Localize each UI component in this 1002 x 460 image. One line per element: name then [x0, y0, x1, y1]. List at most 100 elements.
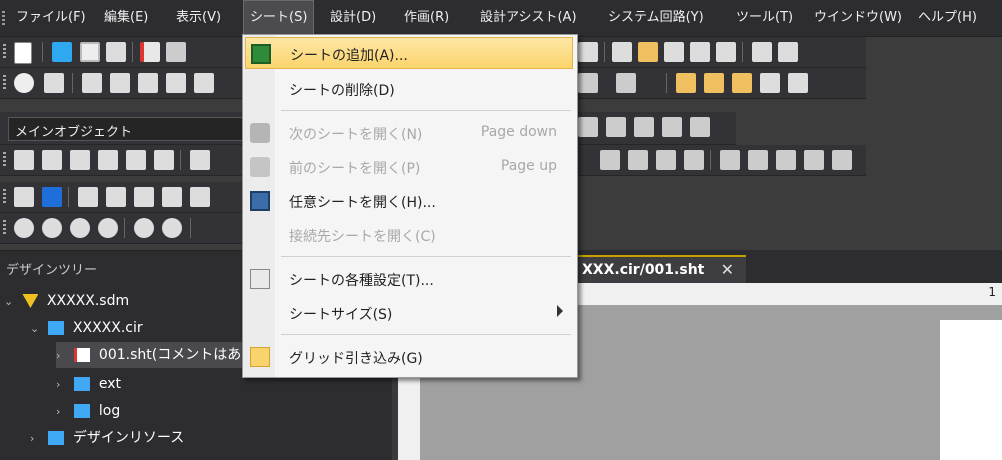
- menu-design-assist[interactable]: 設計アシスト(A): [474, 0, 583, 36]
- frame-icon[interactable]: [190, 187, 210, 207]
- zoom-fit-icon[interactable]: [14, 150, 34, 170]
- chevron-right-icon[interactable]: ›: [30, 426, 44, 452]
- text-a-icon[interactable]: [578, 73, 598, 93]
- tree-node-ext[interactable]: › ext: [56, 371, 121, 397]
- zoom-window-icon[interactable]: [70, 150, 90, 170]
- tree-icon[interactable]: [638, 42, 658, 62]
- line-icon[interactable]: [600, 150, 620, 170]
- wire-icon[interactable]: [82, 73, 102, 93]
- terminal-icon[interactable]: [106, 187, 126, 207]
- symbol-1-icon[interactable]: [720, 150, 740, 170]
- sheet-icon: [74, 348, 91, 362]
- shape-4-icon[interactable]: [662, 117, 682, 137]
- check-icon[interactable]: [14, 218, 34, 238]
- prev-sheet-icon: [250, 157, 270, 177]
- origin-icon[interactable]: [732, 73, 752, 93]
- open-folder-icon[interactable]: [52, 42, 72, 62]
- shape-3-icon[interactable]: [634, 117, 654, 137]
- component-icon[interactable]: [78, 187, 98, 207]
- device-icon[interactable]: [44, 73, 64, 93]
- wire-bend-icon[interactable]: [110, 73, 130, 93]
- circle-tool-icon[interactable]: [42, 187, 62, 207]
- square-icon[interactable]: [690, 117, 710, 137]
- part-icon[interactable]: [162, 187, 182, 207]
- b4-icon[interactable]: [578, 42, 598, 62]
- menu-item-sheet-settings[interactable]: シートの各種設定(T)...: [245, 263, 573, 295]
- print-icon[interactable]: [166, 42, 186, 62]
- shape-2-icon[interactable]: [606, 117, 626, 137]
- menu-item-add-sheet[interactable]: シートの追加(A)...: [245, 37, 573, 69]
- grid-icon[interactable]: [676, 73, 696, 93]
- toolbar-separator: [132, 42, 133, 62]
- close-icon[interactable]: ✕: [721, 260, 734, 279]
- chevron-down-icon[interactable]: ⌄: [30, 316, 44, 342]
- menu-edit[interactable]: 編集(E): [98, 0, 154, 36]
- menu-view[interactable]: 表示(V): [170, 0, 227, 36]
- link-icon[interactable]: [716, 42, 736, 62]
- tree-node-log[interactable]: › log: [56, 398, 120, 424]
- toolbar-separator: [72, 73, 73, 93]
- menu-sheet[interactable]: シート(S): [243, 0, 315, 37]
- find-icon[interactable]: [778, 42, 798, 62]
- menu-tools[interactable]: ツール(T): [730, 0, 799, 36]
- document-tab[interactable]: XXX.cir/001.sht ✕: [576, 255, 746, 283]
- wire-route-icon[interactable]: [166, 73, 186, 93]
- symbol-5-icon[interactable]: [832, 150, 852, 170]
- check-2-icon[interactable]: [42, 218, 62, 238]
- toolbar-separator: [180, 150, 181, 170]
- symbol-2-icon[interactable]: [748, 150, 768, 170]
- list-icon[interactable]: [612, 42, 632, 62]
- chevron-right-icon[interactable]: ›: [56, 399, 70, 425]
- symbol-4-icon[interactable]: [804, 150, 824, 170]
- menu-design[interactable]: 設計(D): [324, 0, 382, 36]
- rect-icon[interactable]: [628, 150, 648, 170]
- dot-red-icon[interactable]: [760, 73, 780, 93]
- menu-window[interactable]: ウインドウ(W): [808, 0, 908, 36]
- pencil-icon[interactable]: [138, 73, 158, 93]
- search-icon[interactable]: [190, 150, 210, 170]
- grid-snap-toolbar-icon[interactable]: [704, 73, 724, 93]
- menu-item-open-sheet[interactable]: 任意シートを開く(H)...: [245, 185, 573, 217]
- menu-item-grid-snap[interactable]: グリッド引き込み(G): [245, 341, 573, 373]
- tree-node-label: XXXXX.cir: [72, 320, 143, 336]
- doc-icon[interactable]: [684, 150, 704, 170]
- zoom-out-icon[interactable]: [98, 150, 118, 170]
- new-file-icon[interactable]: [14, 42, 32, 64]
- tree-node-sdm[interactable]: ⌄ XXXXX.sdm: [4, 288, 129, 314]
- menu-file[interactable]: ファイル(F): [10, 0, 92, 36]
- symbol-3-icon[interactable]: [776, 150, 796, 170]
- connector-icon[interactable]: [14, 73, 34, 93]
- pdf-icon[interactable]: [140, 42, 160, 62]
- search-circle-icon[interactable]: [70, 218, 90, 238]
- chevron-right-icon[interactable]: ›: [56, 343, 70, 369]
- corner-icon[interactable]: [788, 73, 808, 93]
- dot-icon[interactable]: [162, 218, 182, 238]
- ref-icon[interactable]: [134, 187, 154, 207]
- edit-check-icon[interactable]: [134, 218, 154, 238]
- save-icon[interactable]: [80, 42, 100, 62]
- cross-icon[interactable]: [14, 187, 34, 207]
- chevron-right-icon[interactable]: ›: [56, 372, 70, 398]
- sheet-page[interactable]: [940, 320, 1002, 460]
- save-all-icon[interactable]: [106, 42, 126, 62]
- wire-route-2-icon[interactable]: [194, 73, 214, 93]
- menu-draw[interactable]: 作画(R): [398, 0, 455, 36]
- menu-item-delete-sheet[interactable]: シートの削除(D): [245, 73, 573, 105]
- menu-system-circuit[interactable]: システム回路(Y): [602, 0, 710, 36]
- properties-icon[interactable]: [690, 42, 710, 62]
- rect-fill-icon[interactable]: [616, 73, 636, 93]
- camera-icon[interactable]: [154, 150, 174, 170]
- error-check-icon[interactable]: [98, 218, 118, 238]
- tree-node-cir[interactable]: ⌄ XXXXX.cir: [30, 315, 143, 341]
- object-combo[interactable]: メインオブジェクト: [8, 117, 244, 141]
- menu-item-sheet-size[interactable]: シートサイズ(S): [245, 297, 573, 329]
- nav-icon[interactable]: [752, 42, 772, 62]
- tree-node-resources[interactable]: › デザインリソース: [30, 425, 184, 451]
- chevron-down-icon[interactable]: ⌄: [4, 289, 18, 315]
- zoom-prev-icon[interactable]: [126, 150, 146, 170]
- text-t-icon[interactable]: [656, 150, 676, 170]
- table-icon[interactable]: [664, 42, 684, 62]
- zoom-area-icon[interactable]: [42, 150, 62, 170]
- menu-help[interactable]: ヘルプ(H): [912, 0, 983, 36]
- shape-1-icon[interactable]: [578, 117, 598, 137]
